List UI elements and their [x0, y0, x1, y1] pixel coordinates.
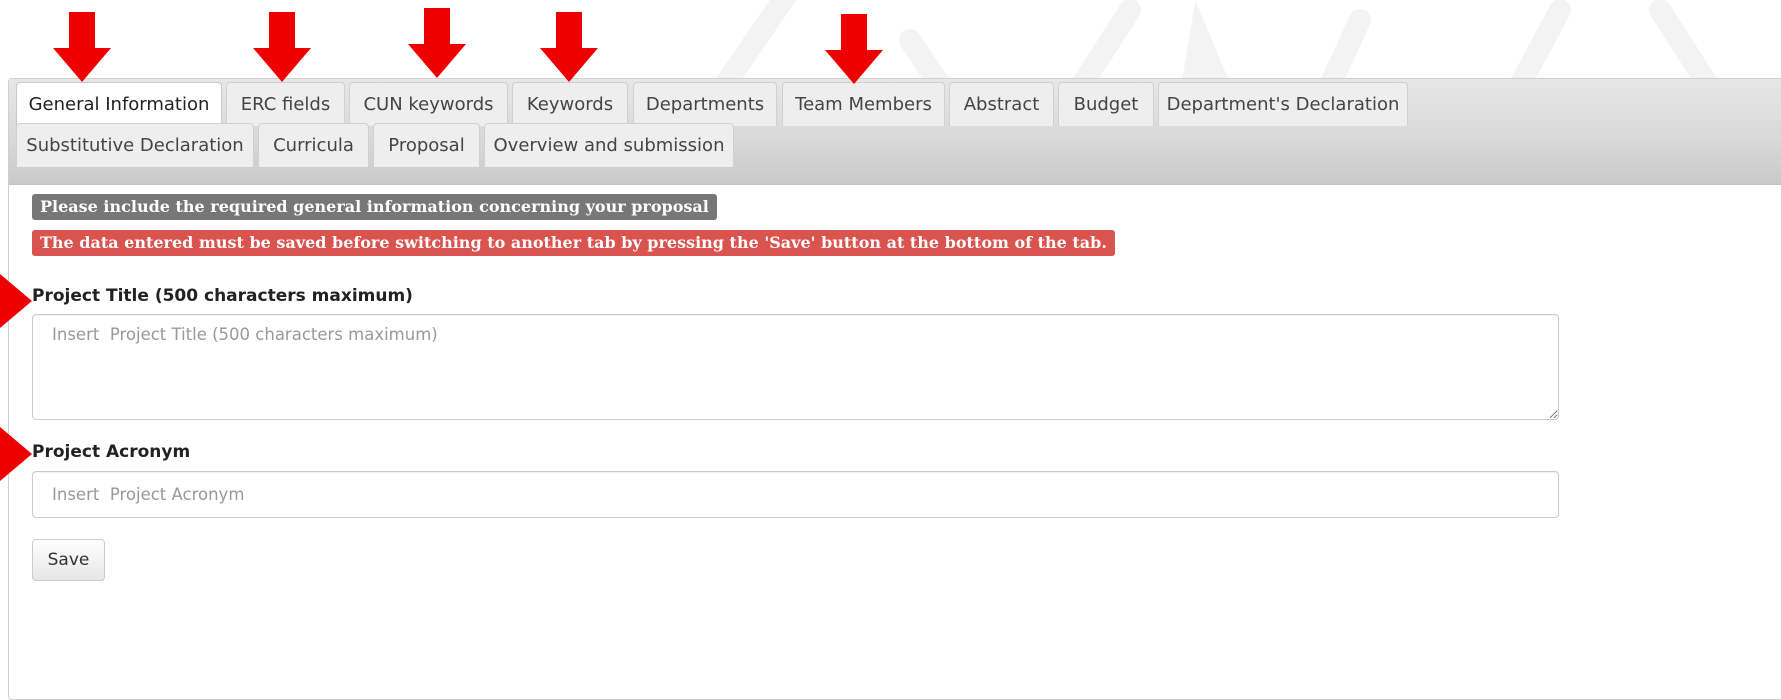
tab-substitutive-declaration[interactable]: Substitutive Declaration: [16, 123, 254, 167]
annotation-down-arrow-icon: [253, 12, 311, 82]
annotation-down-arrow-icon: [53, 12, 111, 82]
annotation-down-arrow-icon: [540, 12, 598, 82]
info-notice: Please include the required general info…: [32, 194, 717, 220]
tab-curricula[interactable]: Curricula: [258, 123, 369, 167]
annotation-right-arrow-icon: [0, 427, 32, 481]
tab-bar: General Information ERC fields CUN keywo…: [9, 79, 1781, 185]
tab-abstract[interactable]: Abstract: [949, 82, 1054, 126]
tab-overview-and-submission[interactable]: Overview and submission: [484, 123, 734, 167]
annotation-right-arrow-icon: [0, 274, 32, 328]
tab-keywords[interactable]: Keywords: [512, 82, 628, 126]
proposal-panel: General Information ERC fields CUN keywo…: [8, 78, 1781, 700]
tab-proposal[interactable]: Proposal: [373, 123, 480, 167]
tab-budget[interactable]: Budget: [1058, 82, 1154, 126]
project-acronym-label: Project Acronym: [32, 442, 191, 462]
save-button[interactable]: Save: [32, 539, 105, 581]
tab-team-members[interactable]: Team Members: [782, 82, 945, 126]
tab-departments[interactable]: Departments: [633, 82, 777, 126]
tab-general-information[interactable]: General Information: [16, 82, 222, 129]
save-warning-notice: The data entered must be saved before sw…: [32, 230, 1115, 256]
project-title-label: Project Title (500 characters maximum): [32, 286, 413, 306]
tab-departments-declaration[interactable]: Department's Declaration: [1158, 82, 1408, 126]
tab-cun-keywords[interactable]: CUN keywords: [349, 82, 508, 126]
project-acronym-input[interactable]: [32, 471, 1559, 518]
tab-erc-fields[interactable]: ERC fields: [226, 82, 345, 126]
annotation-down-arrow-icon: [408, 8, 466, 78]
annotation-down-arrow-icon: [825, 14, 883, 84]
project-title-input[interactable]: [32, 314, 1559, 420]
